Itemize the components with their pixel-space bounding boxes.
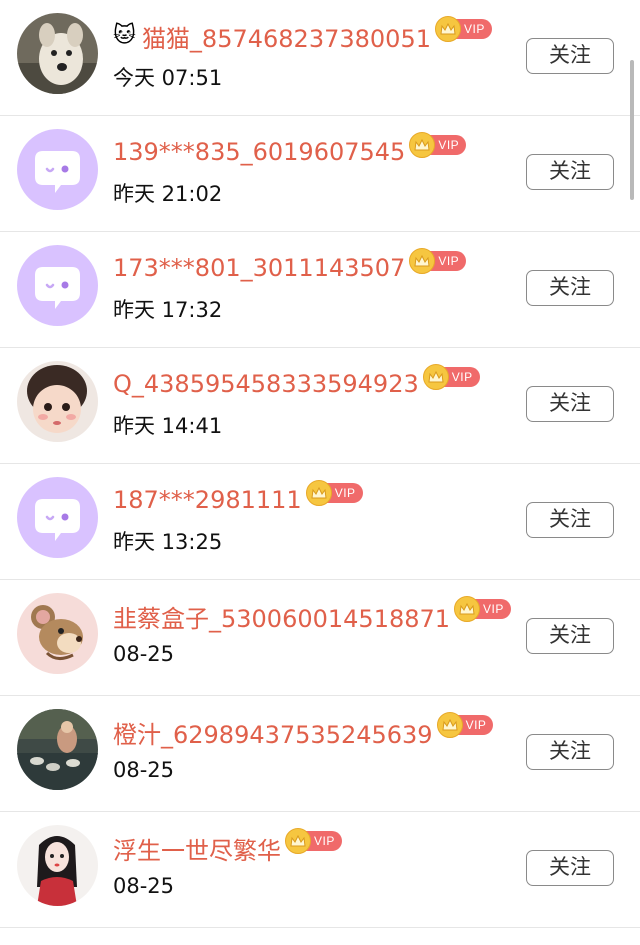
timestamp: 08-25 <box>113 874 175 898</box>
crown-icon <box>409 132 436 158</box>
user-name[interactable]: 橙汁_62989437535245639 <box>113 715 433 750</box>
follower-list: 🐱 猫猫_857468237380051 VIP 今天 07:51 关注 139… <box>0 0 640 928</box>
list-item[interactable]: 韭蔡盒子_530060014518871 VIP 08-25 关注 <box>0 580 640 696</box>
list-item[interactable]: Q_438595458333594923 VIP 昨天 14:41 关注 <box>0 348 640 464</box>
crown-icon <box>454 596 481 622</box>
cartoon-mouse-avatar-icon <box>17 593 98 674</box>
timestamp: 08-25 <box>113 758 175 782</box>
avatar[interactable] <box>17 361 98 442</box>
ducks-avatar-icon <box>17 709 98 790</box>
cat-emoji-icon: 🐱 <box>113 23 136 48</box>
vip-badge: VIP <box>434 16 492 42</box>
user-name[interactable]: 韭蔡盒子_530060014518871 <box>113 599 450 634</box>
follow-button[interactable]: 关注 <box>526 386 614 422</box>
avatar[interactable] <box>17 245 98 326</box>
avatar[interactable] <box>17 13 98 94</box>
user-name[interactable]: 173***801_3011143507 <box>113 254 405 282</box>
user-name[interactable]: 浮生一世尽繁华 <box>113 831 281 866</box>
follow-button[interactable]: 关注 <box>526 154 614 190</box>
user-name[interactable]: 187***2981111 <box>113 486 302 514</box>
crown-icon <box>285 828 311 854</box>
timestamp: 08-25 <box>113 642 175 666</box>
follow-button[interactable]: 关注 <box>526 270 614 306</box>
avatar[interactable] <box>17 825 98 906</box>
follow-button[interactable]: 关注 <box>526 734 614 770</box>
user-name[interactable]: Q_438595458333594923 <box>113 370 419 398</box>
timestamp: 昨天 13:25 <box>113 530 223 554</box>
vip-badge: VIP <box>409 132 467 158</box>
default-chat-avatar-icon <box>17 245 98 326</box>
crown-icon <box>305 480 332 506</box>
follow-button[interactable]: 关注 <box>526 850 614 886</box>
user-name[interactable]: 139***835_6019607545 <box>113 138 405 166</box>
crown-icon <box>409 248 436 274</box>
follow-button[interactable]: 关注 <box>526 618 614 654</box>
avatar[interactable] <box>17 129 98 210</box>
vip-badge: VIP <box>436 712 494 738</box>
timestamp: 昨天 17:32 <box>113 298 223 322</box>
follow-button[interactable]: 关注 <box>526 38 614 74</box>
list-item[interactable]: 187***2981111 VIP 昨天 13:25 关注 <box>0 464 640 580</box>
crown-icon <box>436 712 463 738</box>
scrollbar[interactable] <box>630 60 634 200</box>
vip-badge: VIP <box>285 828 342 854</box>
vip-badge: VIP <box>305 480 363 506</box>
dog-avatar-icon <box>17 13 98 94</box>
follow-button[interactable]: 关注 <box>526 502 614 538</box>
list-item[interactable]: 173***801_3011143507 VIP 昨天 17:32 关注 <box>0 232 640 348</box>
user-name[interactable]: 猫猫_857468237380051 <box>142 19 431 54</box>
vip-badge: VIP <box>422 364 480 390</box>
avatar[interactable] <box>17 593 98 674</box>
default-chat-avatar-icon <box>17 477 98 558</box>
crown-icon <box>434 16 461 42</box>
list-item[interactable]: 🐱 猫猫_857468237380051 VIP 今天 07:51 关注 <box>0 0 640 116</box>
list-item[interactable]: 139***835_6019607545 VIP 昨天 21:02 关注 <box>0 116 640 232</box>
vip-badge: VIP <box>409 248 467 274</box>
default-chat-avatar-icon <box>17 129 98 210</box>
timestamp: 昨天 14:41 <box>113 414 223 438</box>
vip-badge: VIP <box>454 596 511 622</box>
child-avatar-icon <box>17 361 98 442</box>
avatar[interactable] <box>17 709 98 790</box>
girl-illustration-avatar-icon <box>17 825 98 906</box>
list-item[interactable]: 浮生一世尽繁华 VIP 08-25 关注 <box>0 812 640 928</box>
timestamp: 昨天 21:02 <box>113 182 223 206</box>
crown-icon <box>422 364 449 390</box>
avatar[interactable] <box>17 477 98 558</box>
timestamp: 今天 07:51 <box>113 66 223 90</box>
list-item[interactable]: 橙汁_62989437535245639 VIP 08-25 关注 <box>0 696 640 812</box>
